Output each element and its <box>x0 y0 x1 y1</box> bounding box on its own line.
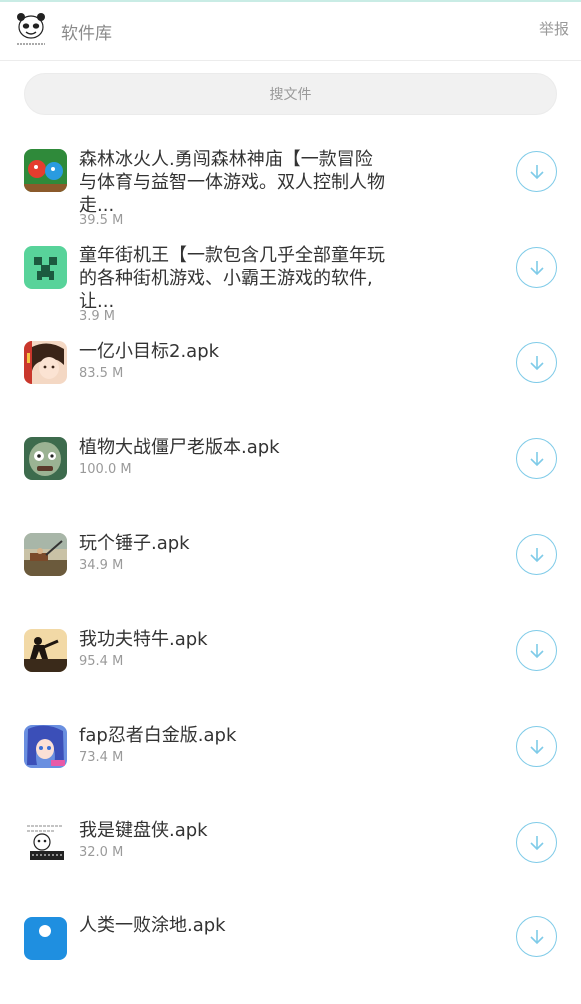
header-bar: 软件库 举报 <box>0 2 581 61</box>
file-size: 83.5 M <box>79 366 124 381</box>
hammer-scene-icon <box>24 533 67 576</box>
file-list-item[interactable]: 童年街机王【一款包含几乎全部童年玩的各种街机游戏、小霸王游戏的软件,让... 3… <box>0 236 581 332</box>
file-size: 73.4 M <box>79 750 124 765</box>
file-list-item[interactable]: 玩个锤子.apk 34.9 M <box>0 524 581 620</box>
download-arrow-icon <box>529 835 544 850</box>
kungfu-silhouette-icon <box>24 629 67 672</box>
file-size: 32.0 M <box>79 845 124 860</box>
file-list-item[interactable]: 我是键盘侠.apk 32.0 M <box>0 812 581 908</box>
zombie-head-icon <box>24 437 67 480</box>
file-size: 34.9 M <box>79 558 124 573</box>
file-list-item[interactable]: 一亿小目标2.apk 83.5 M <box>0 332 581 428</box>
download-arrow-icon <box>529 164 544 179</box>
file-size: 95.4 M <box>79 654 124 669</box>
file-name: 植物大战僵尸老版本.apk <box>79 437 280 458</box>
creeper-face-icon <box>24 246 67 289</box>
download-arrow-icon <box>529 643 544 658</box>
anime-girl-icon <box>24 341 67 384</box>
file-name: 我是键盘侠.apk <box>79 820 208 841</box>
download-arrow-icon <box>529 451 544 466</box>
search-input[interactable]: 搜文件 <box>24 73 557 115</box>
download-arrow-icon <box>529 739 544 754</box>
file-list-item[interactable]: 森林冰火人.勇闯森林神庙【一款冒险与体育与益智一体游戏。双人控制人物走... 3… <box>0 140 581 236</box>
download-arrow-icon <box>529 355 544 370</box>
file-name: 一亿小目标2.apk <box>79 341 220 362</box>
panda-logo-icon <box>12 11 50 49</box>
report-button[interactable]: 举报 <box>539 18 569 39</box>
download-button[interactable] <box>516 534 557 575</box>
file-list-item[interactable]: 我功夫特牛.apk 95.4 M <box>0 620 581 716</box>
file-list-item[interactable]: 人类一败涂地.apk <box>0 908 581 1004</box>
download-button[interactable] <box>516 726 557 767</box>
file-list-item[interactable]: fap忍者白金版.apk 73.4 M <box>0 716 581 812</box>
file-name: 人类一败涂地.apk <box>79 915 226 936</box>
download-button[interactable] <box>516 151 557 192</box>
download-button[interactable] <box>516 342 557 383</box>
app-title: 软件库 <box>61 24 112 44</box>
file-name: 森林冰火人.勇闯森林神庙【一款冒险与体育与益智一体游戏。双人控制人物走... <box>79 149 385 216</box>
file-name: 我功夫特牛.apk <box>79 629 208 650</box>
file-name: 童年街机王【一款包含几乎全部童年玩的各种街机游戏、小霸王游戏的软件,让... <box>79 245 385 312</box>
file-size: 39.5 M <box>79 213 124 228</box>
download-button[interactable] <box>516 247 557 288</box>
keyboard-meme-icon <box>24 820 67 863</box>
download-button[interactable] <box>516 822 557 863</box>
download-arrow-icon <box>529 547 544 562</box>
fire-water-game-icon <box>24 149 67 192</box>
download-button[interactable] <box>516 916 557 957</box>
file-size: 100.0 M <box>79 462 132 477</box>
file-list-item[interactable]: 植物大战僵尸老版本.apk 100.0 M <box>0 428 581 524</box>
download-button[interactable] <box>516 630 557 671</box>
file-name: fap忍者白金版.apk <box>79 725 237 746</box>
file-name: 玩个锤子.apk <box>79 533 190 554</box>
human-fall-icon <box>24 917 67 960</box>
download-button[interactable] <box>516 438 557 479</box>
download-arrow-icon <box>529 260 544 275</box>
ninja-girl-icon <box>24 725 67 768</box>
file-size: 3.9 M <box>79 309 116 324</box>
